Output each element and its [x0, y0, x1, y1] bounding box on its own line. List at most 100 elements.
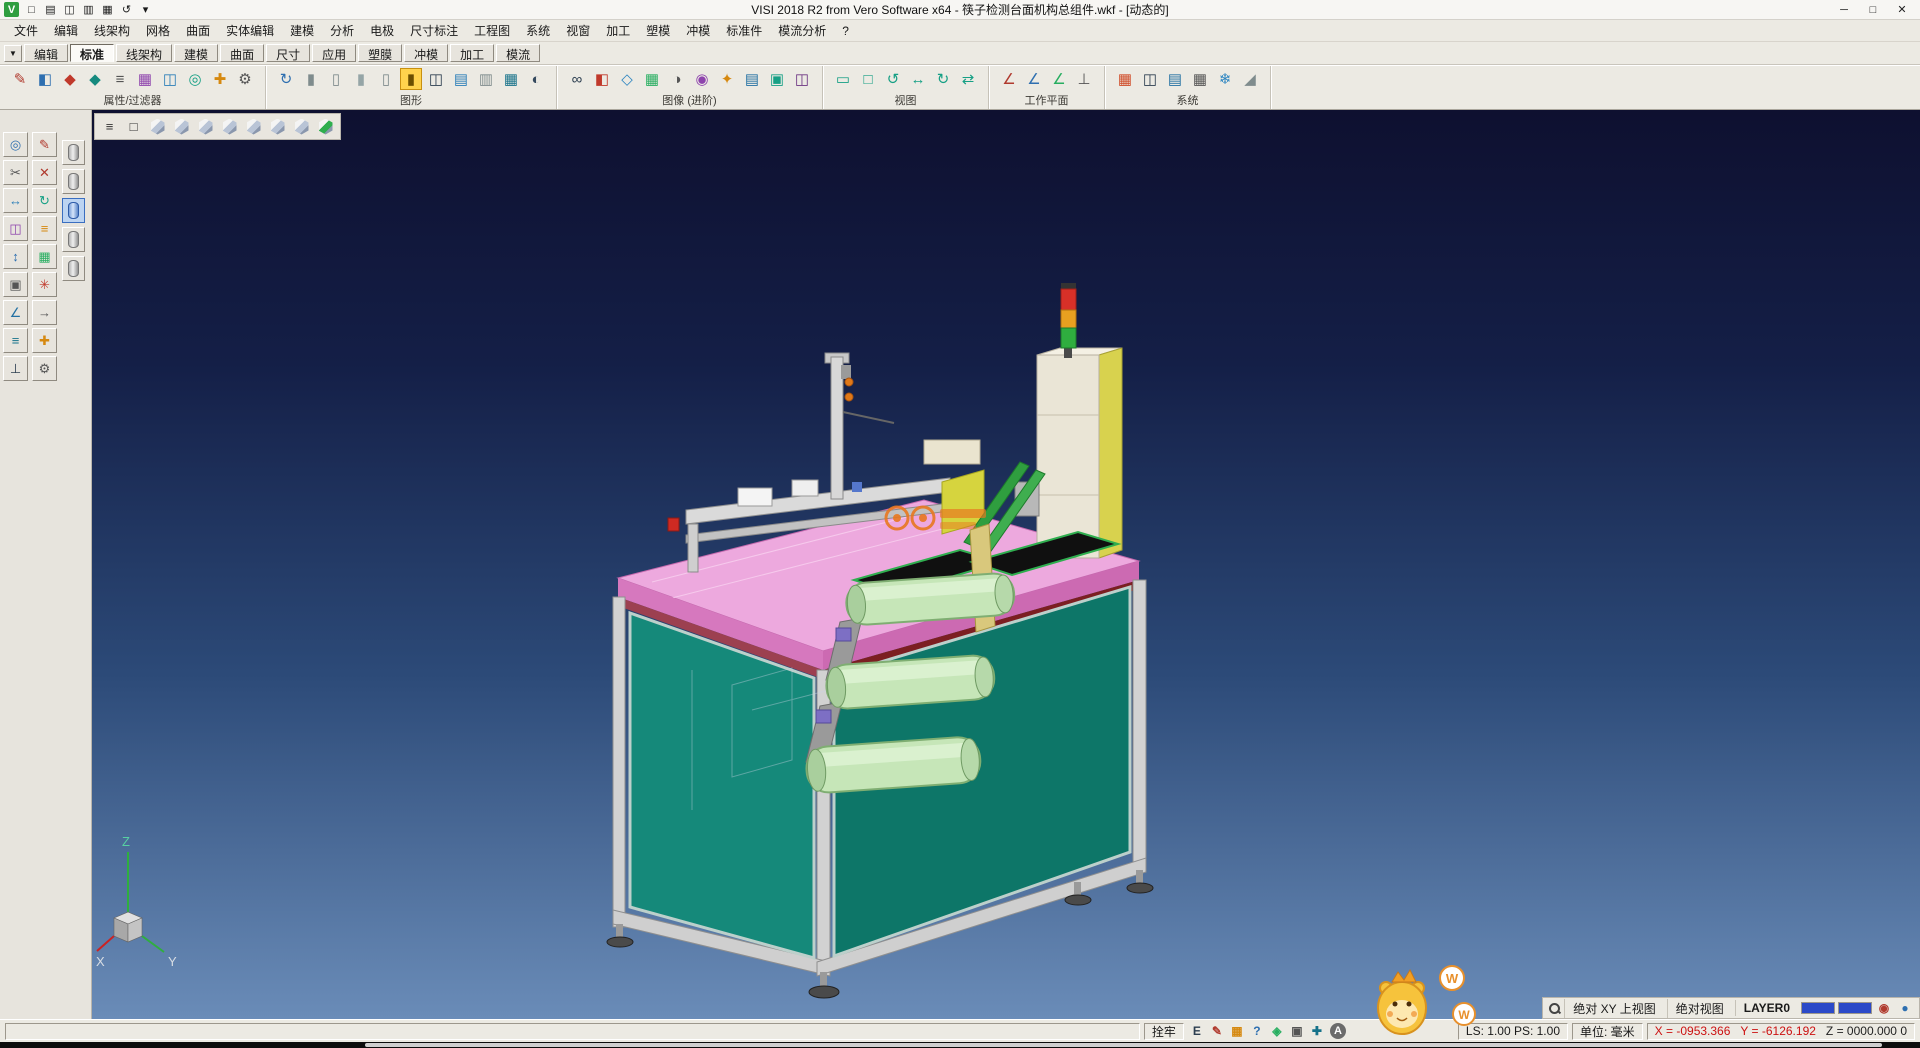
- tab-button[interactable]: 冲模: [404, 44, 448, 62]
- menu-item[interactable]: 曲面: [178, 20, 218, 41]
- measure-icon[interactable]: ∠: [3, 300, 28, 325]
- menu-item[interactable]: 标准件: [718, 20, 770, 41]
- assist-icon[interactable]: ✚: [1308, 1023, 1326, 1040]
- iso-view-sw-icon[interactable]: [147, 116, 168, 137]
- shaded-cube-icon[interactable]: [315, 116, 336, 137]
- new-file-icon[interactable]: □: [23, 2, 40, 18]
- menu-item[interactable]: 实体编辑: [218, 20, 282, 41]
- texture-view-icon[interactable]: ▦: [641, 68, 663, 90]
- surfaces-filter-button[interactable]: [62, 169, 85, 194]
- menu-item[interactable]: 模流分析: [770, 20, 834, 41]
- tab-dropdown-button[interactable]: ▼: [4, 45, 22, 62]
- menu-item[interactable]: 工程图: [466, 20, 518, 41]
- menu-item[interactable]: 塑模: [638, 20, 678, 41]
- capture-status-icon[interactable]: ◉: [1875, 1000, 1893, 1017]
- transparency-mode-icon[interactable]: ▮: [400, 68, 422, 90]
- shaded-mode-icon[interactable]: ▮: [300, 68, 322, 90]
- menu-item[interactable]: 视窗: [558, 20, 598, 41]
- tab-button[interactable]: 加工: [450, 44, 494, 62]
- edge-highlight-icon[interactable]: ◇: [616, 68, 638, 90]
- menu-item[interactable]: 文件: [6, 20, 46, 41]
- monitor-icon[interactable]: ◫: [1139, 68, 1161, 90]
- workplane-entity-icon[interactable]: ∠: [1048, 68, 1070, 90]
- horizontal-scrollbar[interactable]: [0, 1042, 1920, 1048]
- right-view-cube-icon[interactable]: [243, 116, 264, 137]
- menu-item[interactable]: 尺寸标注: [402, 20, 466, 41]
- scrollbar-thumb[interactable]: [365, 1043, 1882, 1047]
- hidden-line-mode-icon[interactable]: ▮: [350, 68, 372, 90]
- filter-settings-icon[interactable]: ⚙: [234, 68, 256, 90]
- refresh-view-icon[interactable]: ⇄: [957, 68, 979, 90]
- capture-image-icon[interactable]: ▣: [766, 68, 788, 90]
- table-display-icon[interactable]: ▦: [500, 68, 522, 90]
- change-attributes-icon[interactable]: ✎: [9, 68, 31, 90]
- globe-icon[interactable]: ●: [1896, 1000, 1914, 1017]
- front-view-cube-icon[interactable]: [219, 116, 240, 137]
- active-view-label[interactable]: 绝对 XY 上视图: [1564, 999, 1663, 1018]
- ime-indicator-icon[interactable]: E: [1188, 1023, 1206, 1040]
- layer-manager-icon[interactable]: ≡: [109, 68, 131, 90]
- array-icon[interactable]: ▦: [32, 244, 57, 269]
- menu-item[interactable]: 线架构: [86, 20, 138, 41]
- tab-button[interactable]: 尺寸: [266, 44, 310, 62]
- edit-points-icon[interactable]: ✎: [32, 132, 57, 157]
- wireframe-mode-icon[interactable]: ▯: [325, 68, 347, 90]
- tab-button[interactable]: 标准: [70, 44, 114, 62]
- layers-icon[interactable]: ≡: [3, 328, 28, 353]
- active-layer-label[interactable]: LAYER0: [1735, 1000, 1798, 1016]
- mesh-filter-button[interactable]: [62, 256, 85, 281]
- menu-item[interactable]: 编辑: [46, 20, 86, 41]
- reflection-view-icon[interactable]: ◉: [691, 68, 713, 90]
- trim-icon[interactable]: ✂: [3, 160, 28, 185]
- vertical-mast[interactable]: [825, 353, 894, 499]
- calculator-icon[interactable]: ▦: [1228, 1023, 1246, 1040]
- zoom-previous-icon[interactable]: ↺: [882, 68, 904, 90]
- solids-filter-button[interactable]: [62, 140, 85, 165]
- tab-button[interactable]: 模流: [496, 44, 540, 62]
- tab-button[interactable]: 编辑: [24, 44, 68, 62]
- zoom-window-icon[interactable]: □: [857, 68, 879, 90]
- undo-icon[interactable]: ↺: [118, 2, 135, 18]
- rotate-view-icon[interactable]: ↻: [932, 68, 954, 90]
- material-ramp-icon[interactable]: ◢: [1239, 68, 1261, 90]
- settings-icon[interactable]: ⚙: [32, 356, 57, 381]
- close-button[interactable]: ✕: [1888, 1, 1916, 19]
- database-icon[interactable]: ▤: [1164, 68, 1186, 90]
- workplane-view-icon[interactable]: ∠: [1023, 68, 1045, 90]
- markup-icon[interactable]: ✎: [1208, 1023, 1226, 1040]
- machine-model[interactable]: [607, 283, 1153, 998]
- view-blank-icon[interactable]: □: [123, 116, 144, 137]
- viewbar-menu-icon[interactable]: ≡: [99, 116, 120, 137]
- lighting-icon[interactable]: ✦: [716, 68, 738, 90]
- snap-lock-label[interactable]: 拴牢: [1144, 1023, 1184, 1040]
- open-file-icon[interactable]: ▤: [42, 2, 59, 18]
- cream-box[interactable]: [924, 440, 980, 464]
- menu-item[interactable]: 网格: [138, 20, 178, 41]
- scale-icon[interactable]: ↕: [3, 244, 28, 269]
- render-options-icon[interactable]: ◐: [525, 68, 547, 90]
- signal-tower-light[interactable]: [1061, 283, 1076, 358]
- tab-button[interactable]: 应用: [312, 44, 356, 62]
- menu-item[interactable]: 建模: [282, 20, 322, 41]
- section-view-icon[interactable]: ◧: [591, 68, 613, 90]
- minimize-button[interactable]: ─: [1830, 1, 1858, 19]
- background-icon[interactable]: ▤: [741, 68, 763, 90]
- grid-settings-icon[interactable]: ▦: [1189, 68, 1211, 90]
- color-table-icon[interactable]: ▦: [1114, 68, 1136, 90]
- compare-view-icon[interactable]: ◫: [791, 68, 813, 90]
- menu-item[interactable]: 电极: [362, 20, 402, 41]
- iso-view-ne-icon[interactable]: [267, 116, 288, 137]
- menu-item[interactable]: 加工: [598, 20, 638, 41]
- sheet-display-icon[interactable]: ▤: [450, 68, 472, 90]
- visibility-filter-icon[interactable]: ◎: [184, 68, 206, 90]
- tab-button[interactable]: 塑膜: [358, 44, 402, 62]
- clipboard-display-icon[interactable]: ◫: [425, 68, 447, 90]
- print-icon[interactable]: ▥: [80, 2, 97, 18]
- rotate-icon[interactable]: ↻: [32, 188, 57, 213]
- menu-item[interactable]: 系统: [518, 20, 558, 41]
- grid-display-icon[interactable]: ▥: [475, 68, 497, 90]
- delete-icon[interactable]: ✕: [32, 160, 57, 185]
- group-icon[interactable]: ▣: [3, 272, 28, 297]
- maximize-button[interactable]: □: [1859, 1, 1887, 19]
- explode-icon[interactable]: ✳: [32, 272, 57, 297]
